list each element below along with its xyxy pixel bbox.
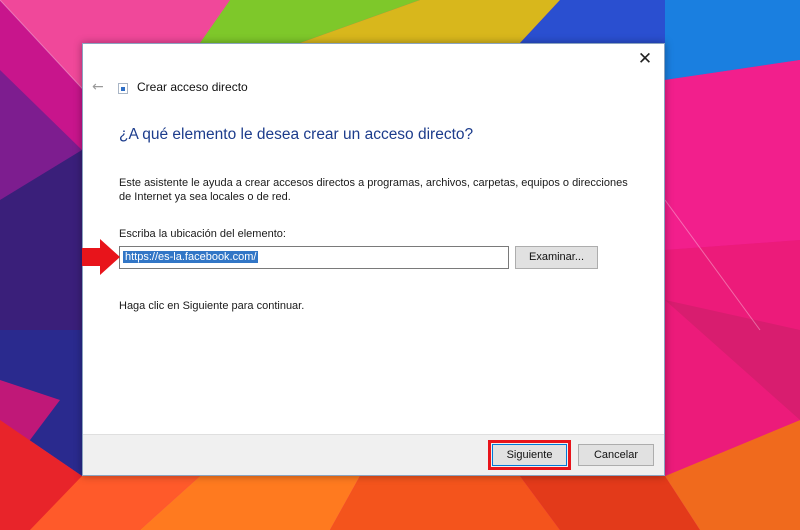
close-icon[interactable]: ✕ [634,49,656,69]
dialog-footer: Siguiente Cancelar [83,434,664,475]
location-input[interactable]: https://es-la.facebook.com/ [119,246,509,269]
location-label: Escriba la ubicación del elemento: [119,228,286,240]
browse-button[interactable]: Examinar... [515,246,598,269]
page-heading: ¿A qué elemento le desea crear un acceso… [119,126,474,143]
window-title: Crear acceso directo [137,80,248,94]
next-button[interactable]: Siguiente [488,440,571,470]
location-value: https://es-la.facebook.com/ [121,250,260,264]
annotation-arrow-icon [82,239,120,275]
create-shortcut-dialog: ✕ ← Crear acceso directo ¿A qué elemento… [82,43,665,476]
cancel-button[interactable]: Cancelar [578,444,654,466]
shortcut-app-icon [118,83,128,94]
continue-hint: Haga clic en Siguiente para continuar. [119,300,305,312]
arrow-left-icon[interactable]: ← [92,79,108,95]
description-text: Este asistente le ayuda a crear accesos … [119,177,628,203]
